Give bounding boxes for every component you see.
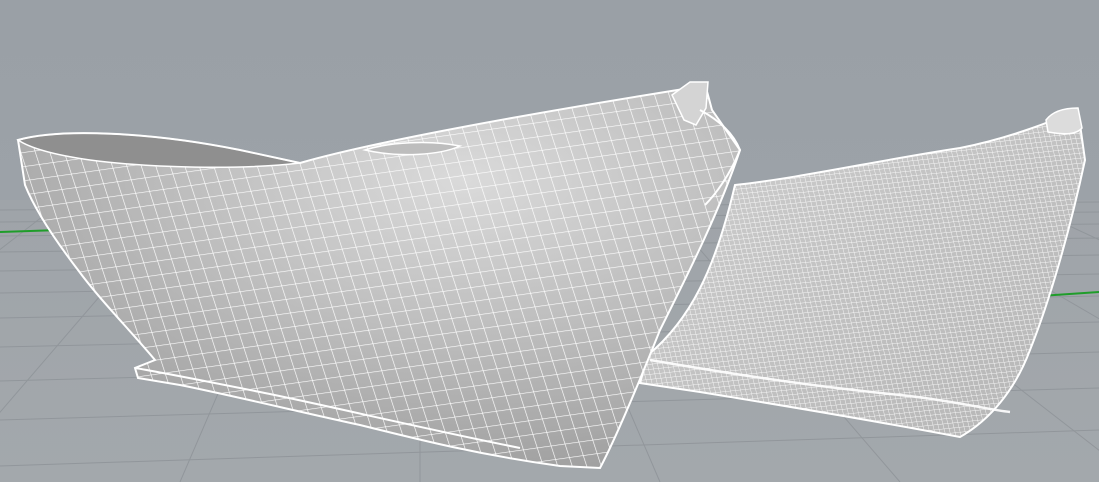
perspective-viewport[interactable]: [0, 0, 1099, 482]
viewport-canvas[interactable]: [0, 0, 1099, 482]
